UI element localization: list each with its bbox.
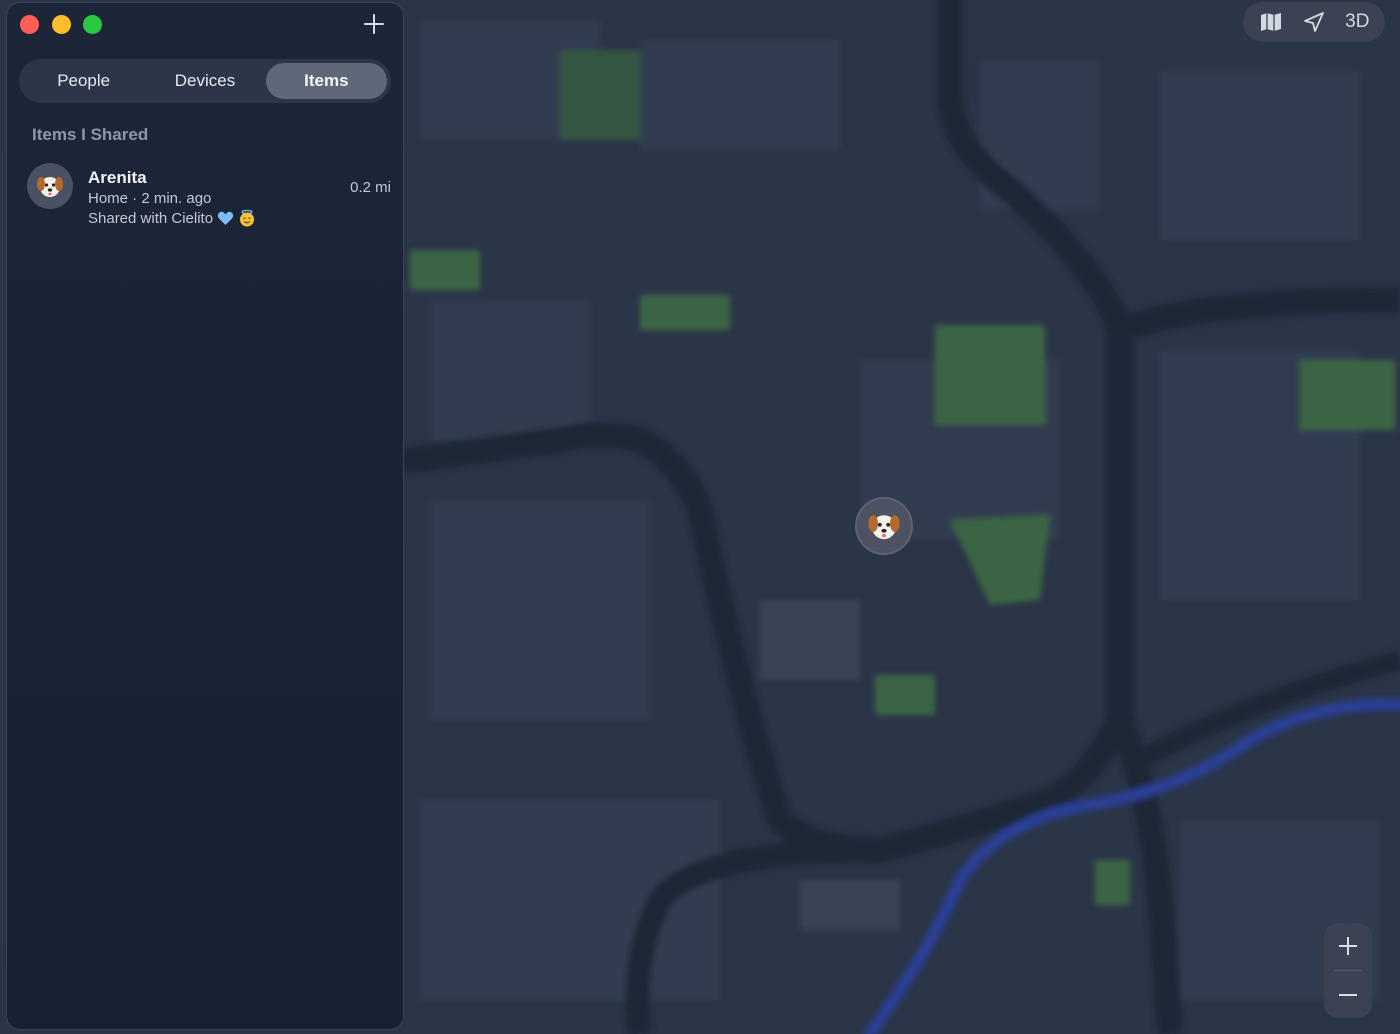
tab-items[interactable]: Items <box>265 63 387 99</box>
tab-devices[interactable]: Devices <box>144 63 265 99</box>
item-shared-text: Shared with Cielito <box>88 209 214 227</box>
item-name: Arenita <box>88 168 147 187</box>
sidebar: People Devices Items Items I Shared Aren… <box>6 2 404 1030</box>
avatar <box>27 163 73 209</box>
3d-toggle-button[interactable]: 3D <box>1339 6 1375 38</box>
zoom-control <box>1324 923 1372 1018</box>
add-button[interactable] <box>361 11 387 37</box>
blue-heart-icon <box>217 211 234 225</box>
tab-people[interactable]: People <box>23 63 144 99</box>
section-title: Items I Shared <box>32 125 149 144</box>
maximize-window-button[interactable] <box>83 15 102 34</box>
item-distance: 0.2 mi <box>350 179 391 196</box>
item-location: Home · 2 min. ago <box>88 190 212 207</box>
segmented-control: People Devices Items <box>19 59 391 103</box>
current-location-button[interactable] <box>1296 6 1332 38</box>
dog-emoji-icon <box>37 177 63 197</box>
dog-emoji-icon <box>868 515 900 540</box>
map-icon <box>1260 13 1281 31</box>
smiling-face-with-halo-icon <box>240 209 255 227</box>
location-arrow-icon <box>1304 12 1324 32</box>
item-map-pin[interactable] <box>855 497 913 555</box>
map-toolbar: 3D <box>1243 2 1385 42</box>
item-shared-with: Shared with Cielito <box>88 209 256 227</box>
minimize-window-button[interactable] <box>52 15 71 34</box>
list-item[interactable]: Arenita Home · 2 min. ago Shared with Ci… <box>21 159 391 231</box>
map-mode-button[interactable] <box>1253 6 1289 38</box>
close-window-button[interactable] <box>20 15 39 34</box>
zoom-out-button[interactable] <box>1324 971 1372 1018</box>
zoom-in-button[interactable] <box>1324 923 1372 970</box>
